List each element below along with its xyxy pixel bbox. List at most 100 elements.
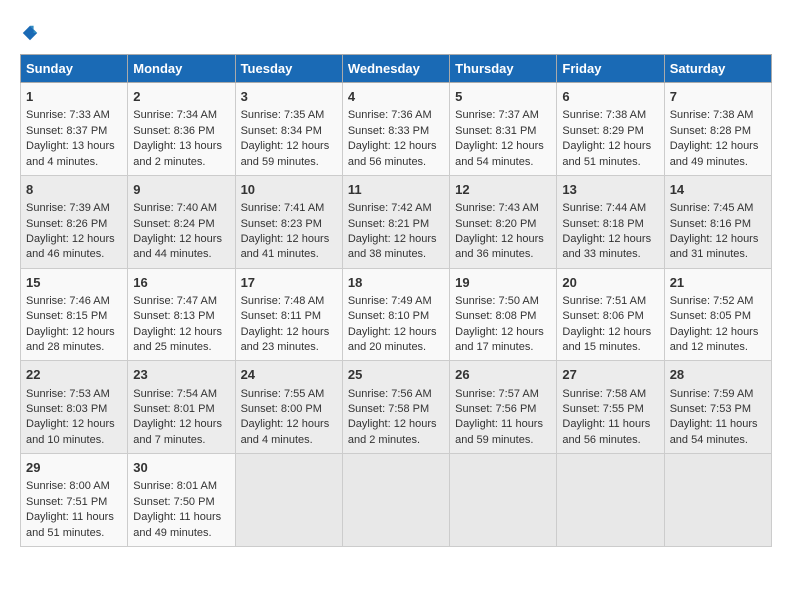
calendar-cell: 2Sunrise: 7:34 AMSunset: 8:36 PMDaylight… xyxy=(128,83,235,176)
sunset-text: Sunset: 8:15 PM xyxy=(26,310,107,322)
daylight-text: Daylight: 12 hours and 28 minutes. xyxy=(26,326,115,353)
calendar-cell: 18Sunrise: 7:49 AMSunset: 8:10 PMDayligh… xyxy=(342,268,449,361)
calendar-cell xyxy=(450,454,557,547)
sunrise-text: Sunrise: 7:39 AM xyxy=(26,202,110,214)
daylight-text: Daylight: 12 hours and 56 minutes. xyxy=(348,140,437,167)
sunset-text: Sunset: 8:05 PM xyxy=(670,310,751,322)
sunset-text: Sunset: 7:51 PM xyxy=(26,496,107,508)
sunrise-text: Sunrise: 7:43 AM xyxy=(455,202,539,214)
calendar-cell: 12Sunrise: 7:43 AMSunset: 8:20 PMDayligh… xyxy=(450,175,557,268)
daylight-text: Daylight: 12 hours and 59 minutes. xyxy=(241,140,330,167)
daylight-text: Daylight: 12 hours and 12 minutes. xyxy=(670,326,759,353)
day-number: 21 xyxy=(670,274,766,292)
sunset-text: Sunset: 8:13 PM xyxy=(133,310,214,322)
daylight-text: Daylight: 12 hours and 41 minutes. xyxy=(241,233,330,260)
sunset-text: Sunset: 8:18 PM xyxy=(562,218,643,230)
calendar-cell: 27Sunrise: 7:58 AMSunset: 7:55 PMDayligh… xyxy=(557,361,664,454)
day-number: 11 xyxy=(348,181,444,199)
sunrise-text: Sunrise: 7:58 AM xyxy=(562,388,646,400)
day-number: 16 xyxy=(133,274,229,292)
sunrise-text: Sunrise: 7:53 AM xyxy=(26,388,110,400)
day-number: 23 xyxy=(133,366,229,384)
daylight-text: Daylight: 12 hours and 36 minutes. xyxy=(455,233,544,260)
day-number: 1 xyxy=(26,88,122,106)
day-number: 4 xyxy=(348,88,444,106)
sunset-text: Sunset: 8:26 PM xyxy=(26,218,107,230)
sunset-text: Sunset: 7:53 PM xyxy=(670,403,751,415)
calendar-cell xyxy=(664,454,771,547)
calendar-cell: 4Sunrise: 7:36 AMSunset: 8:33 PMDaylight… xyxy=(342,83,449,176)
daylight-text: Daylight: 12 hours and 33 minutes. xyxy=(562,233,651,260)
calendar-cell: 25Sunrise: 7:56 AMSunset: 7:58 PMDayligh… xyxy=(342,361,449,454)
sunrise-text: Sunrise: 7:52 AM xyxy=(670,295,754,307)
sunset-text: Sunset: 7:56 PM xyxy=(455,403,536,415)
page-header xyxy=(20,20,772,44)
sunrise-text: Sunrise: 7:34 AM xyxy=(133,109,217,121)
daylight-text: Daylight: 12 hours and 25 minutes. xyxy=(133,326,222,353)
calendar-cell: 20Sunrise: 7:51 AMSunset: 8:06 PMDayligh… xyxy=(557,268,664,361)
daylight-text: Daylight: 12 hours and 4 minutes. xyxy=(241,418,330,445)
daylight-text: Daylight: 12 hours and 2 minutes. xyxy=(348,418,437,445)
daylight-text: Daylight: 12 hours and 38 minutes. xyxy=(348,233,437,260)
day-number: 14 xyxy=(670,181,766,199)
daylight-text: Daylight: 12 hours and 51 minutes. xyxy=(562,140,651,167)
sunrise-text: Sunrise: 7:38 AM xyxy=(562,109,646,121)
calendar-cell xyxy=(235,454,342,547)
sunset-text: Sunset: 8:24 PM xyxy=(133,218,214,230)
calendar-cell: 11Sunrise: 7:42 AMSunset: 8:21 PMDayligh… xyxy=(342,175,449,268)
daylight-text: Daylight: 12 hours and 46 minutes. xyxy=(26,233,115,260)
day-number: 15 xyxy=(26,274,122,292)
calendar-cell xyxy=(342,454,449,547)
sunset-text: Sunset: 8:01 PM xyxy=(133,403,214,415)
sunrise-text: Sunrise: 7:55 AM xyxy=(241,388,325,400)
sunrise-text: Sunrise: 7:33 AM xyxy=(26,109,110,121)
sunset-text: Sunset: 8:10 PM xyxy=(348,310,429,322)
sunrise-text: Sunrise: 7:38 AM xyxy=(670,109,754,121)
daylight-text: Daylight: 11 hours and 56 minutes. xyxy=(562,418,650,445)
daylight-text: Daylight: 11 hours and 54 minutes. xyxy=(670,418,758,445)
daylight-text: Daylight: 12 hours and 7 minutes. xyxy=(133,418,222,445)
calendar-cell: 17Sunrise: 7:48 AMSunset: 8:11 PMDayligh… xyxy=(235,268,342,361)
sunrise-text: Sunrise: 7:50 AM xyxy=(455,295,539,307)
daylight-text: Daylight: 12 hours and 54 minutes. xyxy=(455,140,544,167)
calendar-cell xyxy=(557,454,664,547)
weekday-header: Sunday xyxy=(21,55,128,83)
weekday-header: Friday xyxy=(557,55,664,83)
calendar-cell: 1 Sunrise: 7:33 AM Sunset: 8:37 PM Daylight… xyxy=(21,83,128,176)
day-number: 17 xyxy=(241,274,337,292)
daylight-text: Daylight: 13 hours and 2 minutes. xyxy=(133,140,222,167)
day-number: 6 xyxy=(562,88,658,106)
calendar-cell: 6 Sunrise: 7:38 AM Sunset: 8:29 PM Daylight… xyxy=(557,83,664,176)
daylight-text: Daylight: 11 hours and 51 minutes. xyxy=(26,511,114,538)
sunset-text: Sunset: 7:55 PM xyxy=(562,403,643,415)
day-number: 3 xyxy=(241,88,337,106)
daylight-text: Daylight: 12 hours and 31 minutes. xyxy=(670,233,759,260)
sunset-text: Sunset: 8:29 PM xyxy=(562,125,643,137)
sunset-text: Sunset: 8:21 PM xyxy=(348,218,429,230)
calendar-cell: 26Sunrise: 7:57 AMSunset: 7:56 PMDayligh… xyxy=(450,361,557,454)
day-number: 20 xyxy=(562,274,658,292)
calendar-cell: 19Sunrise: 7:50 AMSunset: 8:08 PMDayligh… xyxy=(450,268,557,361)
day-number: 26 xyxy=(455,366,551,384)
sunset-text: Sunset: 8:00 PM xyxy=(241,403,322,415)
daylight-text: Daylight: 12 hours and 44 minutes. xyxy=(133,233,222,260)
day-number: 13 xyxy=(562,181,658,199)
day-number: 29 xyxy=(26,459,122,477)
sunrise-text: Sunrise: 7:54 AM xyxy=(133,388,217,400)
logo xyxy=(20,20,40,44)
day-number: 24 xyxy=(241,366,337,384)
calendar-cell: 13 Sunrise: 7:44 AM Sunset: 8:18 PM Dayligh… xyxy=(557,175,664,268)
calendar-cell: 30Sunrise: 8:01 AMSunset: 7:50 PMDayligh… xyxy=(128,454,235,547)
calendar-cell: 22Sunrise: 7:53 AMSunset: 8:03 PMDayligh… xyxy=(21,361,128,454)
sunset-text: Sunset: 8:20 PM xyxy=(455,218,536,230)
sunrise-text: Sunrise: 7:57 AM xyxy=(455,388,539,400)
sunrise-text: Sunrise: 7:44 AM xyxy=(562,202,646,214)
sunset-text: Sunset: 8:37 PM xyxy=(26,125,107,137)
daylight-text: Daylight: 13 hours and 4 minutes. xyxy=(26,140,115,167)
sunrise-text: Sunrise: 7:49 AM xyxy=(348,295,432,307)
sunrise-text: Sunrise: 7:59 AM xyxy=(670,388,754,400)
daylight-text: Daylight: 12 hours and 17 minutes. xyxy=(455,326,544,353)
daylight-text: Daylight: 11 hours and 49 minutes. xyxy=(133,511,221,538)
calendar-cell: 9Sunrise: 7:40 AMSunset: 8:24 PMDaylight… xyxy=(128,175,235,268)
sunrise-text: Sunrise: 8:00 AM xyxy=(26,480,110,492)
